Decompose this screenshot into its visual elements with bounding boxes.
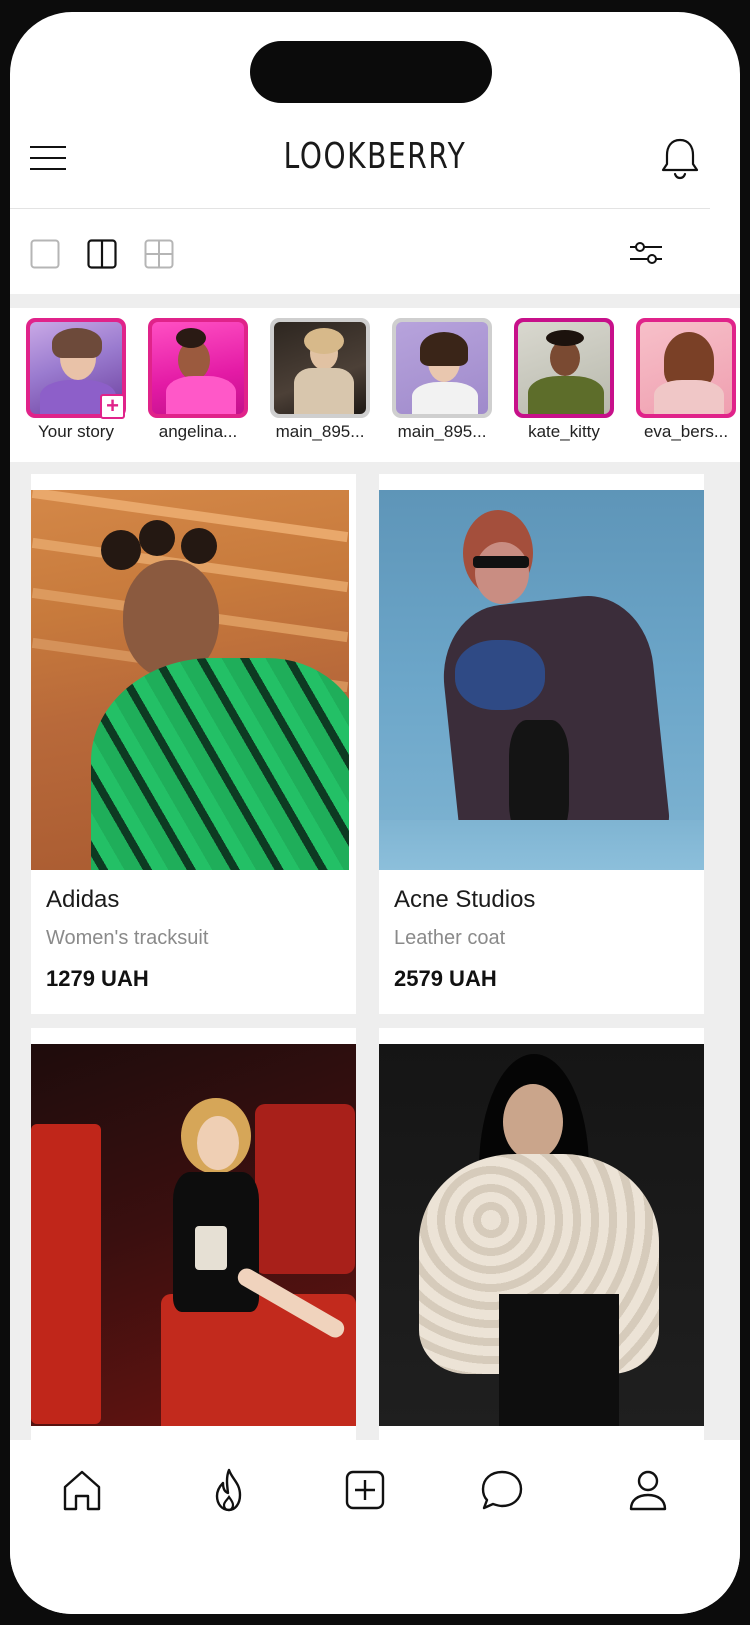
story-item[interactable]: angelina...: [144, 318, 252, 452]
phone-screen: LOOKBERRY + Your story angelina... main_…: [10, 12, 740, 1614]
story-item[interactable]: main_895...: [388, 318, 496, 452]
two-column-layout-icon[interactable]: [87, 239, 117, 269]
grid-layout-icon[interactable]: [144, 239, 174, 269]
add-story-plus-icon[interactable]: +: [100, 394, 125, 419]
story-avatar: [396, 322, 488, 414]
product-photo: [379, 490, 704, 870]
story-username: main_895...: [397, 422, 487, 441]
product-brand: Acne Studios: [394, 886, 536, 913]
story-item[interactable]: main_895...: [266, 318, 374, 452]
profile-user-icon[interactable]: [623, 1465, 673, 1515]
story-ring: [392, 318, 492, 418]
hamburger-menu-icon[interactable]: [28, 140, 70, 174]
story-ring: [270, 318, 370, 418]
header-divider: [10, 208, 710, 209]
product-brand: Adidas: [46, 886, 120, 913]
story-username: angelina...: [158, 422, 238, 441]
product-card[interactable]: [31, 1028, 356, 1442]
dynamic-island: [250, 41, 492, 103]
story-ring: [636, 318, 736, 418]
story-username: main_895...: [275, 422, 365, 441]
home-icon[interactable]: [57, 1465, 107, 1515]
messages-chat-icon[interactable]: [477, 1465, 527, 1515]
filter-sliders-icon[interactable]: [626, 235, 666, 271]
product-name: Women's tracksuit: [46, 927, 209, 949]
product-photo: [379, 1044, 704, 1426]
app-header: LOOKBERRY: [10, 122, 740, 192]
app-logo: LOOKBERRY: [283, 136, 467, 177]
story-item[interactable]: kate_kitty: [510, 318, 618, 452]
notifications-bell-icon[interactable]: [658, 135, 702, 181]
story-avatar: [518, 322, 610, 414]
story-item[interactable]: eva_bers...: [632, 318, 740, 452]
trending-fire-icon[interactable]: [204, 1465, 254, 1515]
story-your-story[interactable]: + Your story: [22, 318, 130, 452]
product-card[interactable]: Adidas Women's tracksuit 1279 UAH: [31, 474, 356, 1014]
story-avatar: [152, 322, 244, 414]
single-column-layout-icon[interactable]: [30, 239, 60, 269]
layout-toolbar: [10, 218, 740, 288]
product-card[interactable]: Acne Studios Leather coat 2579 UAH: [379, 474, 704, 1014]
product-photo: [31, 490, 349, 870]
product-photo: [31, 1044, 356, 1426]
product-price: 1279 UAH: [46, 966, 149, 991]
story-username: kate_kitty: [528, 422, 600, 441]
product-price: 2579 UAH: [394, 966, 497, 991]
story-avatar: [274, 322, 366, 414]
product-card[interactable]: [379, 1028, 704, 1442]
section-separator: [10, 294, 740, 308]
create-post-plus-icon[interactable]: [340, 1465, 390, 1515]
story-ring: [514, 318, 614, 418]
stories-row: + Your story angelina... main_895... mai…: [10, 308, 740, 462]
product-name: Leather coat: [394, 927, 506, 949]
story-ring: [148, 318, 248, 418]
story-avatar: [640, 322, 732, 414]
story-username: Your story: [38, 422, 114, 441]
story-username: eva_bers...: [643, 422, 729, 441]
bottom-navigation: [10, 1440, 740, 1614]
product-feed: Adidas Women's tracksuit 1279 UAH Acne S…: [10, 462, 740, 1442]
